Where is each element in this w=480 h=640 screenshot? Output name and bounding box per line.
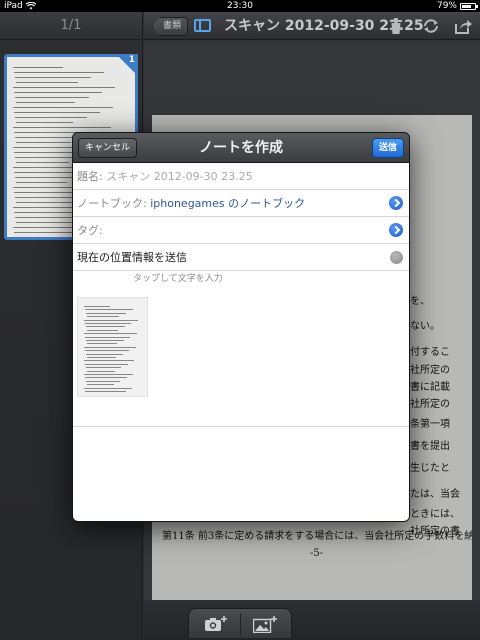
- thumbnail-text-line: [85, 363, 128, 365]
- notebook-value: iphonegames のノートブック: [150, 197, 306, 210]
- status-time: 23:30: [227, 1, 253, 11]
- body-separator: [73, 426, 409, 427]
- scan-text-line: 第11条 前3条に定める請求をする場合には、当会社所定の手数料を納めなけ: [162, 531, 472, 542]
- thumbnail-text-line: [16, 122, 74, 123]
- tag-row[interactable]: タグ:: [73, 217, 409, 244]
- page-counter: 1/1: [0, 12, 142, 40]
- thumbnail-text-line: [13, 87, 116, 88]
- thumbnail-text-line: [86, 340, 124, 341]
- sync-icon[interactable]: [422, 18, 440, 34]
- thumbnail-text-line: [14, 112, 100, 113]
- thumbnail-text-line: [87, 357, 116, 358]
- thumbnail-text-line: [14, 92, 102, 93]
- thumbnail-text-line: [84, 346, 136, 348]
- tag-disclosure-icon[interactable]: [389, 223, 403, 237]
- thumbnail-text-line: [14, 72, 105, 73]
- thumbnail-text-line: [16, 142, 71, 143]
- dialog-title: ノートを作成: [199, 140, 283, 156]
- thumbnail-text-line: [87, 343, 118, 345]
- scan-text-line: 生じたと: [410, 463, 450, 474]
- thumbnail-text-line: [86, 353, 123, 355]
- thumbnail-text-line: [85, 391, 126, 392]
- thumbnail-text-line: [84, 360, 135, 362]
- note-title-label: 題名:: [77, 170, 103, 183]
- scan-text-line: ない。: [410, 321, 440, 332]
- segment-divider: [240, 613, 241, 635]
- location-toggle[interactable]: [390, 251, 403, 264]
- status-bar: iPad 23:30 79%: [0, 0, 480, 12]
- trash-icon[interactable]: [390, 18, 402, 34]
- scan-text-line: たは、当会: [410, 489, 460, 500]
- create-note-dialog: キャンセル ノートを作成 送信 題名: スキャン 2012-09-30 23.2…: [72, 132, 410, 522]
- notebook-row[interactable]: ノートブック: iphonegames のノートブック: [73, 190, 409, 217]
- thumbnail-text-line: [15, 77, 91, 78]
- thumbnail-text-line: [87, 370, 115, 372]
- attached-scan-thumbnail[interactable]: [77, 297, 148, 397]
- body-text-hint[interactable]: タップして文字を入力: [73, 271, 409, 291]
- thumbnail-text-line: [16, 182, 67, 183]
- thumbnail-text-line: [85, 309, 133, 311]
- scan-text-line: 社所定の: [410, 399, 450, 410]
- scan-text-line: -5-: [310, 548, 324, 559]
- thumbnail-text-line: [85, 377, 127, 379]
- add-camera-icon[interactable]: [205, 616, 227, 632]
- note-title-field[interactable]: スキャン 2012-09-30 23.25: [106, 170, 252, 183]
- scan-text-line: を、: [410, 296, 430, 307]
- thumbnail-text-line: [13, 67, 63, 68]
- add-page-segment: [188, 608, 292, 638]
- thumbnail-text-line: [15, 217, 76, 218]
- thumbnail-text-line: [86, 367, 122, 369]
- notebook-disclosure-icon[interactable]: [389, 196, 403, 210]
- dialog-body: 題名: スキャン 2012-09-30 23.25 ノートブック: iphone…: [73, 163, 409, 521]
- documents-back-button[interactable]: 書類: [152, 17, 189, 36]
- notebook-label: ノートブック:: [77, 197, 147, 210]
- battery-percent: 79%: [436, 1, 457, 11]
- thumbnail-badge: 1: [128, 55, 135, 65]
- thumbnail-text-line: [16, 82, 78, 83]
- share-icon[interactable]: [454, 18, 472, 34]
- scan-text-line: 社所定の: [410, 365, 450, 376]
- battery-icon: [460, 2, 478, 10]
- thumbnail-text-line: [85, 323, 132, 324]
- thumbnail-text-line: [85, 350, 130, 352]
- thumbnail-text-line: [85, 336, 131, 338]
- screen: iPad 23:30 79% 1/1 1 書類 スキャン 2012-09-30 …: [0, 0, 480, 640]
- thumbnail-text-line: [87, 316, 120, 318]
- thumbnail-text-line: [15, 97, 89, 98]
- add-photo-icon[interactable]: [253, 616, 277, 633]
- thumbnail-text-line: [15, 197, 78, 198]
- sidebar-toggle-icon[interactable]: [194, 19, 211, 32]
- scan-text-line: 書に記載: [410, 382, 450, 393]
- thumbnail-text-line: [86, 380, 121, 382]
- thumbnail-text-line: [87, 329, 119, 331]
- thumbnail-text-line: [15, 117, 87, 118]
- tag-label: タグ:: [77, 224, 103, 237]
- thumbnail-text-line: [13, 107, 114, 108]
- scan-text-line: 付するこ: [410, 347, 450, 358]
- thumbnail-text-line: [16, 162, 69, 163]
- scan-text-line: 書を提出: [410, 441, 450, 452]
- send-button[interactable]: 送信: [371, 138, 404, 158]
- thumbnail-text-line: [84, 374, 134, 375]
- thumbnail-text-line: [84, 319, 138, 321]
- location-label: 現在の位置情報を送信: [77, 251, 187, 264]
- thumbnail-text-line: [86, 326, 125, 328]
- thumbnail-text-line: [84, 387, 133, 389]
- thumbnail-text-line: [13, 127, 111, 128]
- note-title-row[interactable]: 題名: スキャン 2012-09-30 23.25: [73, 163, 409, 190]
- scan-text-line: 条第一項: [410, 419, 450, 430]
- dialog-header: キャンセル ノートを作成 送信: [73, 133, 409, 163]
- thumbnail-text-line: [15, 177, 80, 178]
- thumbnail-text-line: [86, 312, 127, 314]
- scan-text-line: ときには、: [410, 509, 460, 520]
- bottom-toolbar: [144, 600, 480, 640]
- thumbnail-text-line: [84, 333, 137, 335]
- thumbnail-text-line: [84, 306, 111, 307]
- location-row[interactable]: 現在の位置情報を送信: [73, 244, 409, 271]
- thumbnail-text-line: [87, 384, 114, 386]
- thumbnail-text-line: [16, 102, 76, 103]
- document-toolbar: 書類 スキャン 2012-09-30 23.25: [144, 12, 480, 40]
